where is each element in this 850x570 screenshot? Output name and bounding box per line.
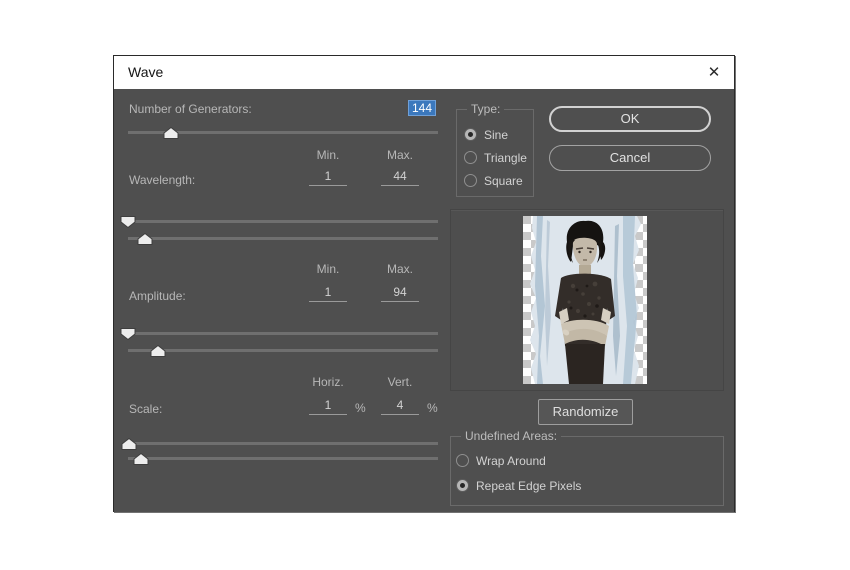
type-option-triangle[interactable]: Triangle xyxy=(464,151,534,165)
scale-horiz-header: Horiz. xyxy=(312,375,344,389)
radio-triangle[interactable] xyxy=(464,151,477,164)
slider-track[interactable] xyxy=(128,349,438,352)
amplitude-max-field[interactable]: 94 xyxy=(381,285,419,302)
scale-horiz-slider[interactable] xyxy=(121,436,438,450)
radio-square[interactable] xyxy=(464,174,477,187)
wavelength-max-slider[interactable] xyxy=(128,231,438,245)
slider-track[interactable] xyxy=(128,237,438,240)
scale-horiz-unit: % xyxy=(355,401,366,415)
radio-square-label: Square xyxy=(484,174,523,188)
radio-wrap-around[interactable] xyxy=(456,454,469,467)
type-groupbox: Type: Sine Triangle Square xyxy=(456,102,534,197)
wave-dialog: Wave ✕ Number of Generators: 144 Min. Ma… xyxy=(113,55,735,512)
amplitude-min-slider[interactable] xyxy=(120,326,438,341)
preview-image xyxy=(523,216,647,384)
wavelength-min-slider[interactable] xyxy=(120,214,438,229)
dialog-titlebar[interactable]: Wave ✕ xyxy=(114,56,734,89)
slider-thumb[interactable] xyxy=(121,437,137,450)
dialog-title: Wave xyxy=(128,64,164,80)
radio-triangle-label: Triangle xyxy=(484,151,527,165)
dialog-body: Number of Generators: 144 Min. Max. Wave… xyxy=(114,89,734,512)
wavelength-max-header: Max. xyxy=(386,148,413,162)
close-icon[interactable]: ✕ xyxy=(700,56,728,89)
slider-thumb[interactable] xyxy=(163,126,179,139)
wavelength-min-field[interactable]: 1 xyxy=(309,169,347,186)
amplitude-max-header: Max. xyxy=(386,262,413,276)
generators-value-field[interactable]: 144 xyxy=(408,100,437,116)
slider-thumb[interactable] xyxy=(150,344,166,357)
slider-track[interactable] xyxy=(128,220,438,223)
generators-slider[interactable] xyxy=(128,125,438,139)
scale-vert-header: Vert. xyxy=(387,375,413,389)
randomize-button[interactable]: Randomize xyxy=(538,399,633,425)
slider-thumb[interactable] xyxy=(133,452,149,465)
radio-repeat-edge-pixels-label: Repeat Edge Pixels xyxy=(476,479,582,493)
wavelength-max-field[interactable]: 44 xyxy=(381,169,419,186)
radio-sine[interactable] xyxy=(464,128,477,141)
type-option-square[interactable]: Square xyxy=(464,174,534,188)
amplitude-min-header: Min. xyxy=(316,262,340,276)
preview-panel xyxy=(450,209,724,391)
radio-wrap-around-label: Wrap Around xyxy=(476,454,546,468)
slider-thumb[interactable] xyxy=(137,232,153,245)
slider-thumb[interactable] xyxy=(120,215,136,229)
slider-thumb[interactable] xyxy=(120,327,136,341)
undefined-areas-label: Undefined Areas: xyxy=(461,429,562,443)
radio-repeat-edge-pixels[interactable] xyxy=(456,479,469,492)
wavelength-min-header: Min. xyxy=(316,148,340,162)
scale-horiz-field[interactable]: 1 xyxy=(309,398,347,415)
scale-vert-slider[interactable] xyxy=(128,451,438,465)
radio-sine-label: Sine xyxy=(484,128,509,142)
scale-vert-field[interactable]: 4 xyxy=(381,398,419,415)
scale-label: Scale: xyxy=(129,402,163,416)
scale-vert-unit: % xyxy=(427,401,438,415)
type-group-label: Type: xyxy=(467,102,505,116)
amplitude-max-slider[interactable] xyxy=(128,343,438,357)
undefined-areas-groupbox: Undefined Areas: Wrap Around Repeat Edge… xyxy=(450,429,724,506)
wavelength-label: Wavelength: xyxy=(129,173,196,187)
type-option-sine[interactable]: Sine xyxy=(464,128,534,142)
option-repeat-edge-pixels[interactable]: Repeat Edge Pixels xyxy=(456,479,716,493)
page-background: Wave ✕ Number of Generators: 144 Min. Ma… xyxy=(0,0,850,570)
amplitude-min-field[interactable]: 1 xyxy=(309,285,347,302)
slider-track[interactable] xyxy=(128,442,438,445)
ok-button[interactable]: OK xyxy=(549,106,711,132)
slider-track[interactable] xyxy=(128,332,438,335)
cancel-button[interactable]: Cancel xyxy=(549,145,711,171)
amplitude-label: Amplitude: xyxy=(129,289,186,303)
slider-track[interactable] xyxy=(128,457,438,460)
option-wrap-around[interactable]: Wrap Around xyxy=(456,454,716,468)
generators-label: Number of Generators: xyxy=(129,102,252,116)
